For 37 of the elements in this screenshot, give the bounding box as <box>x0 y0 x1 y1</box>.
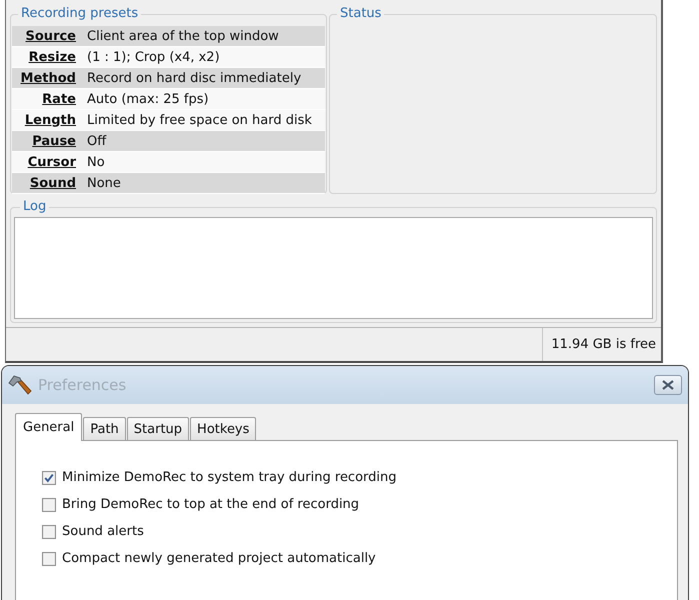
checkbox-label: Sound alerts <box>62 524 144 539</box>
setting-link[interactable]: Cursor <box>12 154 76 170</box>
setting-link[interactable]: Resize <box>12 50 76 64</box>
setting-value: Limited by free space on hard disk <box>87 112 313 128</box>
group-title: Log <box>22 199 48 215</box>
tab[interactable]: General <box>15 413 82 441</box>
checkbox[interactable] <box>42 552 56 566</box>
tab[interactable]: Startup <box>126 417 190 440</box>
tab[interactable]: Path <box>83 417 126 440</box>
setting-value: Client area of the top window <box>87 28 280 44</box>
setting-value: Off <box>87 134 108 148</box>
checkbox[interactable] <box>42 498 56 512</box>
close-icon <box>661 380 675 390</box>
checkbox-label: Compact newly generated project automatically <box>62 551 376 566</box>
setting-link[interactable]: Method <box>12 70 76 86</box>
setting-link[interactable]: Source <box>12 28 76 44</box>
window-title: Preferences <box>38 376 126 394</box>
free-space-text: 11.94 GB is free <box>542 328 661 361</box>
checkbox[interactable] <box>42 470 56 484</box>
checkbox-label: Bring DemoRec to top at the end of recording <box>62 497 360 512</box>
setting-link[interactable]: Pause <box>12 134 76 148</box>
setting-link[interactable]: Rate <box>12 92 76 106</box>
checkbox[interactable] <box>42 524 56 538</box>
log-text-area[interactable] <box>14 217 653 319</box>
setting-value: (1 : 1); Crop (x4, x2) <box>87 50 221 64</box>
hammer-icon <box>8 374 32 396</box>
tab[interactable]: Hotkeys <box>190 417 256 440</box>
setting-value: Record on hard disc immediately <box>87 70 302 86</box>
close-button[interactable] <box>654 375 682 395</box>
setting-link[interactable]: Sound <box>12 176 76 190</box>
checkbox-label: Minimize DemoRec to system tray during recording <box>62 470 397 485</box>
group-title: Recording presets <box>20 6 140 22</box>
setting-value: Auto (max: 25 fps) <box>87 92 210 106</box>
setting-value: None <box>87 176 122 190</box>
setting-value: No <box>87 154 106 170</box>
setting-link[interactable]: Length <box>12 112 76 128</box>
group-title: Status <box>339 6 382 22</box>
